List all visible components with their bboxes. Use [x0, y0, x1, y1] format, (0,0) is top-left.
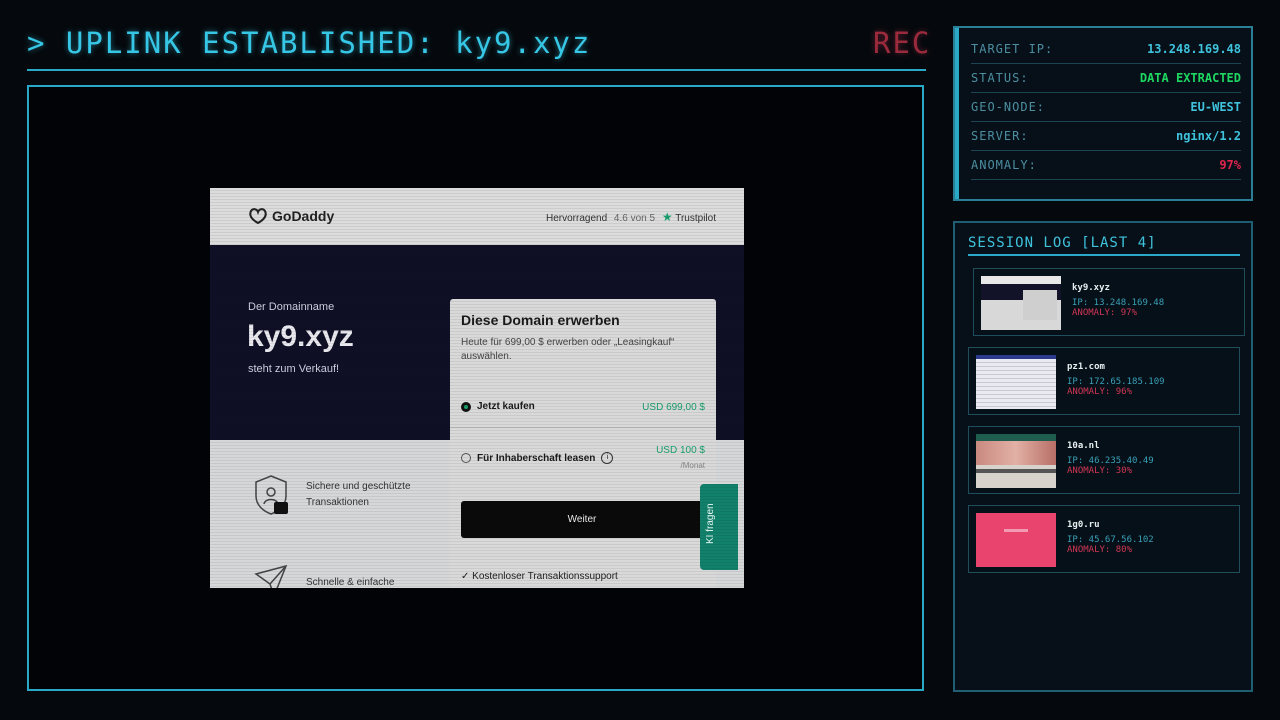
info-row-target-ip: TARGET IP: 13.248.169.48 [971, 34, 1241, 64]
log-entry-name: ky9.xyz [1072, 283, 1110, 293]
info-key: STATUS: [971, 70, 1029, 85]
log-entry-thumbnail [976, 513, 1056, 567]
log-entry-ip: IP: 172.65.185.109 [1067, 377, 1165, 387]
log-entry-ip: IP: 46.235.40.49 [1067, 456, 1154, 466]
log-entry-ip: IP: 45.67.56.102 [1067, 535, 1154, 545]
feature-secure-line1: Sichere und geschützte [306, 481, 411, 492]
godaddy-logo-icon [249, 208, 267, 225]
session-log-panel: SESSION LOG [LAST 4] ky9.xyz IP: 13.248.… [953, 221, 1253, 692]
shield-icon [255, 475, 288, 515]
info-row-server: SERVER: nginx/1.2 [971, 121, 1241, 151]
log-entry-thumbnail [981, 276, 1061, 330]
star-icon: ★ [661, 210, 673, 224]
log-entry-anomaly: ANOMALY: 30% [1067, 466, 1133, 476]
captured-site[interactable]: GoDaddy Hervorragend 4.6 von 5 ★ Trustpi… [210, 188, 744, 588]
option-buy-now-price: USD 699,00 $ [642, 402, 705, 413]
info-value: nginx/1.2 [1175, 128, 1241, 143]
info-key: TARGET IP: [971, 41, 1054, 56]
log-entry-thumbnail [976, 355, 1056, 409]
trustpilot-score: 4.6 von 5 [613, 213, 656, 224]
option-lease-period: /Monat [680, 461, 705, 470]
log-entry-name: 10a.nl [1067, 441, 1100, 451]
paper-plane-icon [254, 564, 288, 588]
target-info-panel: TARGET IP: 13.248.169.48 STATUS: DATA EX… [953, 26, 1253, 201]
option-buy-now[interactable]: Jetzt kaufen [461, 401, 535, 412]
log-entry-anomaly: ANOMALY: 96% [1067, 387, 1133, 397]
info-row-anomaly: ANOMALY: 97% [971, 150, 1241, 180]
option-lease[interactable]: Für Inhaberschaft leasen i [461, 452, 614, 464]
info-accent-bar [955, 28, 959, 199]
log-entry-anomaly: ANOMALY: 80% [1067, 545, 1133, 555]
godaddy-logo[interactable]: GoDaddy [248, 207, 334, 225]
feature-fast-line1: Schnelle & einfache [306, 577, 395, 588]
info-icon[interactable]: i [601, 452, 614, 464]
info-value: DATA EXTRACTED [1139, 70, 1241, 85]
feature-fast: Schnelle & einfache [248, 560, 394, 588]
log-entry-ip: IP: 13.248.169.48 [1072, 298, 1165, 308]
card-title: Diese Domain erwerben [461, 312, 620, 328]
feature-secure-line2: Transaktionen [306, 497, 369, 508]
radio-buy-now[interactable] [461, 401, 471, 412]
option-buy-now-label: Jetzt kaufen [477, 401, 535, 412]
hero-domain-name: ky9.xyz [247, 320, 354, 353]
info-value: 97% [1219, 157, 1241, 172]
uplink-title: > UPLINK ESTABLISHED: ky9.xyz [27, 26, 592, 60]
info-key: SERVER: [971, 128, 1029, 143]
log-entry-name: pz1.com [1067, 362, 1105, 372]
info-key: GEO-NODE: [971, 99, 1046, 114]
feature-secure: Sichere und geschützte Transaktionen [248, 472, 411, 518]
header-divider [27, 69, 926, 71]
ai-assistant-tab[interactable]: KI fragen [700, 484, 738, 570]
hero-subtitle: Der Domainname [248, 301, 335, 313]
log-entry[interactable]: 10a.nl IP: 46.235.40.49 ANOMALY: 30% [968, 426, 1240, 494]
trustpilot-label: Hervorragend [545, 213, 608, 224]
hero-sale-text: steht zum Verkauf! [248, 363, 340, 375]
card-description: Heute für 699,00 $ erwerben oder „Leasin… [461, 337, 675, 362]
info-row-geo-node: GEO-NODE: EU-WEST [971, 92, 1241, 122]
support-text: Kostenloser Transaktionssupport [472, 571, 618, 582]
session-log-divider [968, 254, 1240, 256]
buy-domain-card: Diese Domain erwerben Heute für 699,00 $… [450, 299, 716, 588]
info-key: ANOMALY: [971, 157, 1037, 172]
card-divider [450, 427, 716, 428]
option-lease-price: USD 100 $ [656, 445, 705, 456]
info-row-status: STATUS: DATA EXTRACTED [971, 63, 1241, 93]
log-entry-name: 1g0.ru [1067, 520, 1100, 530]
continue-button[interactable]: Weiter [461, 501, 703, 538]
log-entry[interactable]: ky9.xyz IP: 13.248.169.48 ANOMALY: 97% [973, 268, 1245, 336]
check-icon: ✓ [461, 571, 470, 582]
log-entry-anomaly: ANOMALY: 97% [1072, 308, 1138, 318]
log-entry[interactable]: pz1.com IP: 172.65.185.109 ANOMALY: 96% [968, 347, 1240, 415]
godaddy-logo-text: GoDaddy [272, 208, 335, 224]
rec-indicator: REC [873, 26, 932, 60]
info-value: 13.248.169.48 [1147, 41, 1241, 56]
trustpilot-brand: Trustpilot [675, 213, 716, 224]
log-entry-thumbnail [976, 434, 1056, 488]
info-value: EU-WEST [1190, 99, 1241, 114]
log-entry[interactable]: 1g0.ru IP: 45.67.56.102 ANOMALY: 80% [968, 505, 1240, 573]
support-line: ✓ Kostenloser Transaktionssupport [461, 571, 618, 582]
site-header: GoDaddy Hervorragend 4.6 von 5 ★ Trustpi… [210, 188, 744, 245]
option-lease-label: Für Inhaberschaft leasen [477, 452, 596, 464]
radio-lease[interactable] [461, 453, 471, 463]
ai-assistant-label: KI fragen [705, 503, 716, 544]
trustpilot-rating[interactable]: Hervorragend 4.6 von 5 ★ Trustpilot [546, 210, 716, 224]
session-log-title: SESSION LOG [LAST 4] [968, 235, 1157, 251]
